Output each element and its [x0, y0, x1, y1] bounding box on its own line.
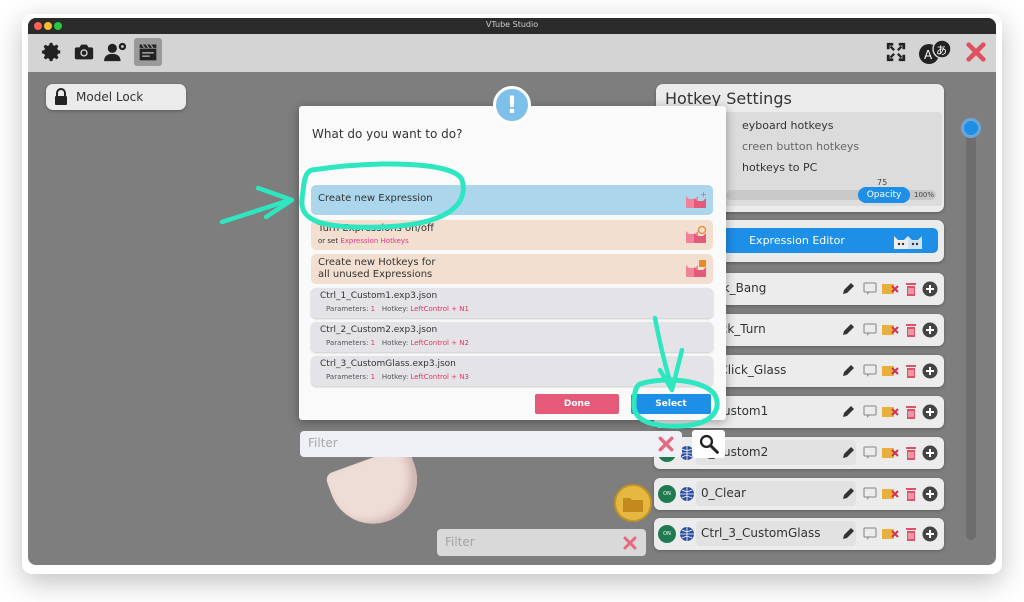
annotation-overlay	[219, 161, 720, 429]
annotation-circle-select	[631, 377, 720, 429]
annotation-arrow-create-expression	[219, 185, 295, 225]
annotation-circle-create-expression	[299, 161, 466, 230]
